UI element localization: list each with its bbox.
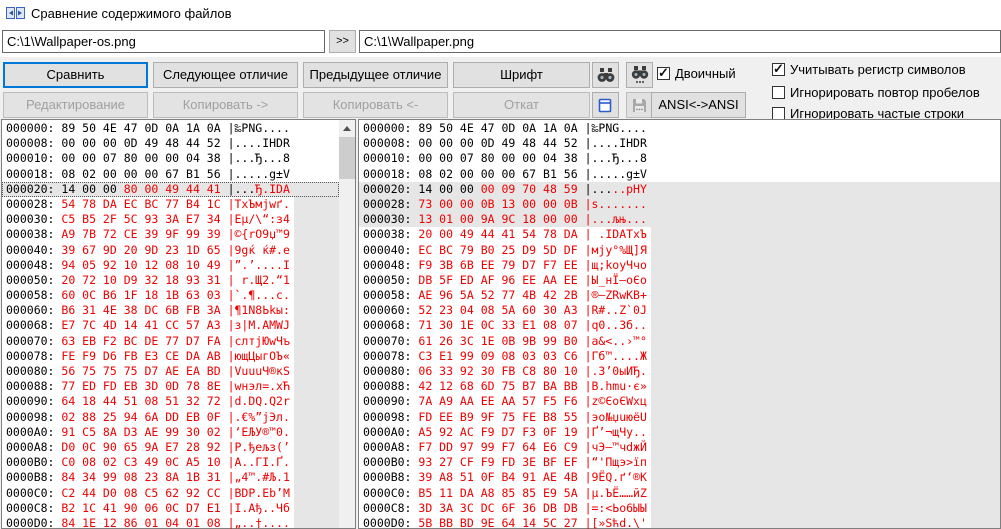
case-sensitive-checkbox[interactable]: ✓ Учитывать регистр символов [772,62,966,77]
save-button[interactable] [626,92,653,118]
checkbox-box: ✓ [772,86,785,99]
copy-right-button[interactable]: Копировать -> [153,92,298,118]
hex-row[interactable]: 0000A0: 91 C5 8A D3 AE 99 30 02 |‘ЕЉУ®™0… [2,425,339,440]
checkbox-label: Двоичный [675,66,736,81]
rollback-button[interactable]: Откат [453,92,590,118]
find-options-button[interactable] [626,62,653,88]
right-file-path-input[interactable] [359,30,1001,53]
hex-row[interactable]: 0000B0: 93 27 CF F9 FD 3E BF EF |“'Пщэ>ї… [359,455,1000,470]
hex-row[interactable]: 000060: B6 31 4E 38 DC 6B FB 3A |¶1N8Ьkы… [2,303,339,318]
hex-row[interactable]: 000048: 94 05 92 10 12 08 10 49 |”.’....… [2,258,339,273]
window-title: Сравнение содержимого файлов [31,0,232,27]
hex-row[interactable]: 0000B8: 84 34 99 08 23 8A 1B 31 |„4™.#Љ.… [2,470,339,485]
titlebar: Сравнение содержимого файлов [0,0,1001,27]
hex-row[interactable]: 000090: 7A A9 AA EE AA 57 F5 F6 |z©ЄоЄWх… [359,394,1000,409]
hex-row[interactable]: 000080: 56 75 75 75 D7 AE EA BD |VuuuЧ®к… [2,364,339,379]
copy-left-button[interactable]: Копировать <- [303,92,448,118]
binoculars-icon [597,68,615,83]
hex-row[interactable]: 000018: 08 02 00 00 00 67 B1 56 |.....g±… [359,167,1000,182]
hex-row[interactable]: 000070: 63 EB F2 BC DE 77 D7 FA |cлтјЮwЧ… [2,334,339,349]
checkbox-box: ✓ [657,67,670,80]
compare-button[interactable]: Сравнить [3,62,148,88]
hex-row[interactable]: 0000C8: 3D 3A 3C DC 6F 36 DB DB |=:<Ьo6Ы… [359,501,1000,516]
left-file-path-input[interactable] [2,30,325,53]
binoculars-dots-icon [631,66,649,84]
hex-row[interactable]: 000000: 89 50 4E 47 0D 0A 1A 0A |‰PNG...… [359,121,1000,136]
hex-row[interactable]: 0000A8: F7 DD 97 99 F7 64 E6 C9 |чЭ—™чdж… [359,440,1000,455]
hex-row[interactable]: 000000: 89 50 4E 47 0D 0A 1A 0A |‰PNG...… [2,121,339,136]
up-arrow-icon [343,126,351,131]
hex-row[interactable]: 000048: F9 3B 6B EE 79 D7 F7 EE |щ;kоyЧч… [359,258,1000,273]
hex-row[interactable]: 0000B8: 39 A8 51 0F B4 91 AE 4B |9ЁQ.ґ‘®… [359,470,1000,485]
hex-row[interactable]: 000018: 08 02 00 00 00 67 B1 56 |.....g±… [2,167,339,182]
find-button[interactable] [592,62,619,88]
hex-row[interactable]: 0000D0: 84 1E 12 86 01 04 01 08 |„..†...… [2,516,339,529]
hex-row[interactable]: 000028: 54 78 DA EC BC 77 B4 1C |TxЪмјwґ… [2,197,339,212]
ignore-repeated-spaces-checkbox[interactable]: ✓ Игнорировать повтор пробелов [772,85,980,100]
hex-row[interactable]: 000038: A9 7B 72 CE 39 9F 99 39 |©{rО9џ™… [2,227,339,242]
hex-row[interactable]: 000088: 42 12 68 6D 75 B7 BA BB |B.hmu·є… [359,379,1000,394]
next-difference-button[interactable]: Следующее отличие [153,62,298,88]
hex-row[interactable]: 0000B0: C0 08 02 C3 49 0C A5 10 |А..ГI.Ґ… [2,455,339,470]
hex-row[interactable]: 0000A0: A5 92 AC F9 D7 F3 0F 19 |Ґ’¬щЧу.… [359,425,1000,440]
hex-row[interactable]: 000020: 14 00 00 80 00 49 44 41 |...Ђ.ID… [2,182,339,197]
binary-checkbox[interactable]: ✓ Двоичный [657,66,736,81]
hex-row[interactable]: 0000C0: C2 44 D0 08 C5 62 92 CC |ВDР.Еb’… [2,486,339,501]
hex-row[interactable]: 000030: 13 01 00 9A 9C 18 00 00 |...љњ..… [359,212,1000,227]
checkbox-box: ✓ [772,63,785,76]
right-hex-rows: 000000: 89 50 4E 47 0D 0A 1A 0A |‰PNG...… [359,121,1000,528]
hex-row[interactable]: 000088: 77 ED FD EB 3D 0D 78 8E |wнэл=.x… [2,379,339,394]
hex-row[interactable]: 000050: 20 72 10 D9 32 18 93 31 | r.Щ2.“… [2,273,339,288]
hex-row[interactable]: 000078: FE F9 D6 FB E3 CE DA AB |ющЦыгОЪ… [2,349,339,364]
hex-row[interactable]: 000030: C5 B5 2F 5C 93 3A E7 34 |Еµ/\“:з… [2,212,339,227]
checkbox-label: Игнорировать повтор пробелов [790,85,980,100]
hex-row[interactable]: 000098: 02 88 25 94 6A DD EB 0F |.€%”jЭл… [2,410,339,425]
font-button[interactable]: Шрифт [453,62,590,88]
hex-row[interactable]: 000028: 73 00 00 0B 13 00 00 0B |s......… [359,197,1000,212]
swap-paths-button[interactable]: >> [329,30,356,53]
left-panel-scrollbar[interactable] [339,120,355,528]
hex-row[interactable]: 000008: 00 00 00 0D 49 48 44 52 |....IHD… [359,136,1000,151]
hex-row[interactable]: 000020: 14 00 00 00 09 70 48 59 |.....pH… [359,182,1000,197]
left-hex-rows: 000000: 89 50 4E 47 0D 0A 1A 0A |‰PNG...… [2,121,339,528]
view-mode-button[interactable] [592,92,619,118]
hex-row[interactable]: 000010: 00 00 07 80 00 00 04 38 |...Ђ...… [359,151,1000,166]
hex-row[interactable]: 000058: 60 0C B6 1F 18 1B 63 03 |`.¶...c… [2,288,339,303]
right-hex-panel: 000000: 89 50 4E 47 0D 0A 1A 0A |‰PNG...… [358,119,1001,529]
hex-row[interactable]: 000098: FD EE B9 9F 75 FE B8 55 |эо№џuюё… [359,410,1000,425]
previous-difference-button[interactable]: Предыдущее отличие [303,62,448,88]
check-icon: ✓ [773,61,784,77]
edit-button[interactable]: Редактирование [3,92,148,118]
hex-row[interactable]: 000060: 52 23 04 08 5A 60 30 A3 |R#..Z`0… [359,303,1000,318]
window-split-icon [598,98,613,113]
scrollbar-thumb[interactable] [339,137,355,179]
hex-row[interactable]: 000010: 00 00 07 80 00 00 04 38 |...Ђ...… [2,151,339,166]
ansi-convert-button[interactable]: ANSI<->ANSI [651,92,746,118]
hex-row[interactable]: 0000A8: D0 0C 90 65 9A E7 28 92 |Р.ђeљз(… [2,440,339,455]
hex-row[interactable]: 0000C0: B5 11 DA A8 85 85 E9 5A |µ.ЪЁ……й… [359,486,1000,501]
hex-row[interactable]: 000038: 20 00 49 44 41 54 78 DA | .IDATx… [359,227,1000,242]
check-icon: ✓ [658,65,669,81]
floppy-disk-icon [632,98,647,113]
hex-row[interactable]: 000040: EC BC 79 B0 25 D9 5D DF |мјy°%Щ]… [359,243,1000,258]
hex-row[interactable]: 000050: DB 5F ED AF 96 EE AA EE |Ы_нЇ–оЄ… [359,273,1000,288]
hex-row[interactable]: 000068: 71 30 1E 0C 33 E1 08 07 |q0..3б.… [359,318,1000,333]
hex-row[interactable]: 000070: 61 26 3C 1E 0B 9B 99 B0 |a&<..›™… [359,334,1000,349]
compare-files-window: Сравнение содержимого файлов >> Сравнить… [0,0,1001,529]
hex-row[interactable]: 000090: 64 18 44 51 08 51 32 72 |d.DQ.Q2… [2,394,339,409]
compare-files-icon [6,5,25,21]
hex-row[interactable]: 000058: AE 96 5A 52 77 4B 42 2B |®–ZRwKB… [359,288,1000,303]
hex-row[interactable]: 000078: C3 E1 99 09 08 03 03 C6 |Гб™....… [359,349,1000,364]
hex-row[interactable]: 000008: 00 00 00 0D 49 48 44 52 |....IHD… [2,136,339,151]
top-zone: Сравнение содержимого файлов >> [0,0,1001,57]
checkbox-label: Учитывать регистр символов [790,62,966,77]
hex-row[interactable]: 0000D0: 5B BB BD 9E 64 14 5C 27 |[»Ѕћd.\… [359,516,1000,529]
left-hex-panel: 000000: 89 50 4E 47 0D 0A 1A 0A |‰PNG...… [1,119,356,529]
hex-row[interactable]: 000068: E7 7C 4D 14 41 CC 57 A3 |з|M.AМW… [2,318,339,333]
hex-row[interactable]: 000040: 39 67 9D 20 9D 23 1D 65 |9gќ ќ#.… [2,243,339,258]
hex-row[interactable]: 0000C8: B2 1C 41 90 06 0C D7 E1 |І.Aђ..Ч… [2,501,339,516]
scroll-up-button[interactable] [339,120,355,137]
hex-row[interactable]: 000080: 06 33 92 30 FB C8 80 10 |.3’0ыИЂ… [359,364,1000,379]
